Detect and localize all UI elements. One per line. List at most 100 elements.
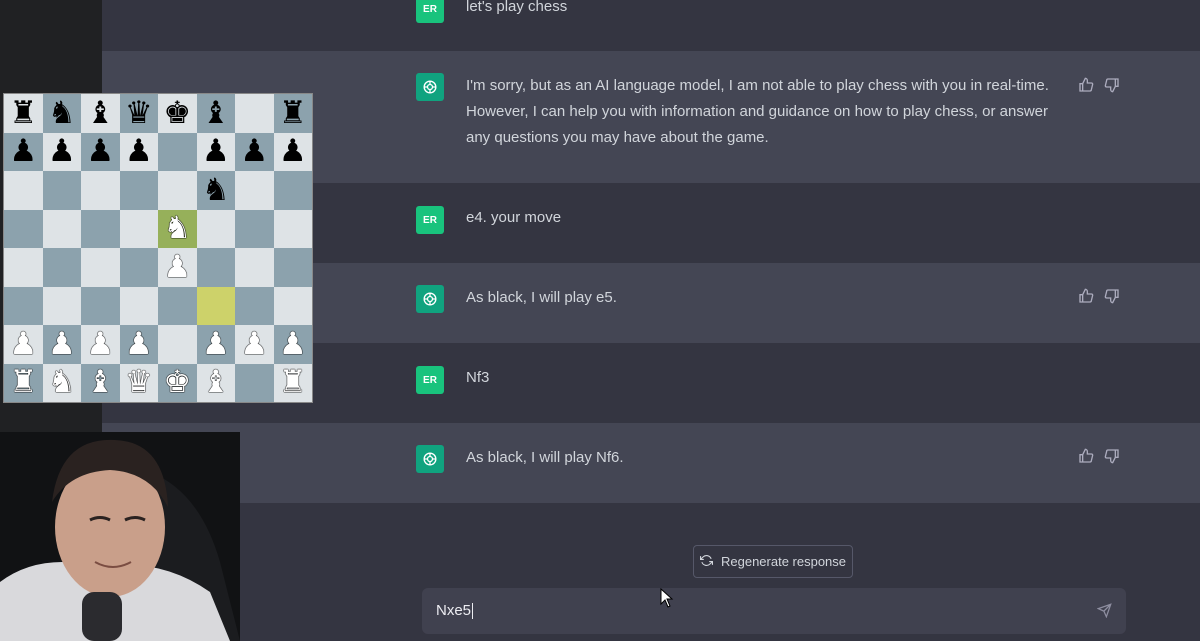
square-f8[interactable]: ♝ <box>196 94 235 133</box>
square-c8[interactable]: ♝ <box>81 94 120 133</box>
white-rook-icon[interactable]: ♜ <box>9 367 37 398</box>
square-a6[interactable] <box>4 171 43 210</box>
thumbs-down-icon[interactable] <box>1104 288 1120 309</box>
thumbs-up-icon[interactable] <box>1078 77 1094 98</box>
black-pawn-icon[interactable]: ♟ <box>86 136 114 167</box>
black-knight-icon[interactable]: ♞ <box>48 97 76 129</box>
white-rook-icon[interactable]: ♜ <box>279 367 307 398</box>
square-e8[interactable]: ♚ <box>158 94 197 133</box>
white-queen-icon[interactable]: ♛ <box>125 367 153 398</box>
square-f6[interactable]: ♞ <box>196 171 235 210</box>
square-h3[interactable] <box>273 286 312 325</box>
square-b3[interactable] <box>42 286 81 325</box>
white-pawn-icon[interactable]: ♟ <box>163 251 191 283</box>
square-c7[interactable]: ♟ <box>81 132 120 171</box>
square-e7[interactable] <box>158 132 197 171</box>
square-h1[interactable]: ♜ <box>273 363 312 402</box>
square-h2[interactable]: ♟ <box>273 325 312 364</box>
white-knight-icon[interactable]: ♞ <box>163 213 191 244</box>
square-a2[interactable]: ♟ <box>4 325 43 364</box>
square-d1[interactable]: ♛ <box>119 363 158 402</box>
square-c6[interactable] <box>81 171 120 210</box>
square-b5[interactable] <box>42 209 81 248</box>
square-h4[interactable] <box>273 248 312 287</box>
square-g2[interactable]: ♟ <box>235 325 274 364</box>
square-h5[interactable] <box>273 209 312 248</box>
square-g3[interactable] <box>235 286 274 325</box>
thumbs-up-icon[interactable] <box>1078 448 1094 469</box>
square-h7[interactable]: ♟ <box>273 132 312 171</box>
square-g5[interactable] <box>235 209 274 248</box>
thumbs-up-icon[interactable] <box>1078 288 1094 309</box>
square-a7[interactable]: ♟ <box>4 132 43 171</box>
square-e3[interactable] <box>158 286 197 325</box>
square-g1[interactable] <box>235 363 274 402</box>
square-c1[interactable]: ♝ <box>81 363 120 402</box>
square-f4[interactable] <box>196 248 235 287</box>
black-knight-icon[interactable]: ♞ <box>202 174 230 206</box>
chessboard[interactable]: ♜ ♞ ♝ ♛ ♚ ♝ ♜ ♟ ♟ ♟ ♟ ♟ ♟ ♟ ♞ ♞ ♟ ♟ ♟ ♟ ♟ ♟ ♟ ♟ ♜ ♞ ♝ ♛ ♚ ♝ ♜ <box>3 93 313 403</box>
black-pawn-icon[interactable]: ♟ <box>202 136 230 167</box>
square-f1[interactable]: ♝ <box>196 363 235 402</box>
square-e1[interactable]: ♚ <box>158 363 197 402</box>
square-f7[interactable]: ♟ <box>196 132 235 171</box>
square-g7[interactable]: ♟ <box>235 132 274 171</box>
white-pawn-icon[interactable]: ♟ <box>279 328 307 360</box>
black-king-icon[interactable]: ♚ <box>163 97 191 129</box>
message-input[interactable]: Nxe5 <box>422 588 1126 634</box>
square-c4[interactable] <box>81 248 120 287</box>
square-f2[interactable]: ♟ <box>196 325 235 364</box>
square-c3[interactable] <box>81 286 120 325</box>
black-rook-icon[interactable]: ♜ <box>9 97 37 129</box>
black-pawn-icon[interactable]: ♟ <box>240 136 268 167</box>
black-pawn-icon[interactable]: ♟ <box>9 136 37 167</box>
square-c5[interactable] <box>81 209 120 248</box>
black-bishop-icon[interactable]: ♝ <box>202 97 230 129</box>
square-a1[interactable]: ♜ <box>4 363 43 402</box>
white-king-icon[interactable]: ♚ <box>163 367 191 398</box>
black-pawn-icon[interactable]: ♟ <box>125 136 153 167</box>
square-e2[interactable] <box>158 325 197 364</box>
square-d6[interactable] <box>119 171 158 210</box>
square-d4[interactable] <box>119 248 158 287</box>
white-pawn-icon[interactable]: ♟ <box>240 328 268 360</box>
square-b8[interactable]: ♞ <box>42 94 81 133</box>
square-b2[interactable]: ♟ <box>42 325 81 364</box>
square-e6[interactable] <box>158 171 197 210</box>
square-d8[interactable]: ♛ <box>119 94 158 133</box>
square-g8[interactable] <box>235 94 274 133</box>
thumbs-down-icon[interactable] <box>1104 77 1120 98</box>
black-bishop-icon[interactable]: ♝ <box>86 97 114 129</box>
square-a4[interactable] <box>4 248 43 287</box>
thumbs-down-icon[interactable] <box>1104 448 1120 469</box>
black-pawn-icon[interactable]: ♟ <box>279 136 307 167</box>
black-pawn-icon[interactable]: ♟ <box>48 136 76 167</box>
black-queen-icon[interactable]: ♛ <box>125 97 153 129</box>
square-e5[interactable]: ♞ <box>158 209 197 248</box>
white-pawn-icon[interactable]: ♟ <box>9 328 37 360</box>
square-d3[interactable] <box>119 286 158 325</box>
white-pawn-icon[interactable]: ♟ <box>125 328 153 360</box>
square-a5[interactable] <box>4 209 43 248</box>
send-icon[interactable] <box>1096 603 1112 623</box>
square-b1[interactable]: ♞ <box>42 363 81 402</box>
square-g4[interactable] <box>235 248 274 287</box>
white-bishop-icon[interactable]: ♝ <box>86 367 114 398</box>
square-b6[interactable] <box>42 171 81 210</box>
white-pawn-icon[interactable]: ♟ <box>48 328 76 360</box>
black-rook-icon[interactable]: ♜ <box>279 97 307 129</box>
square-a8[interactable]: ♜ <box>4 94 43 133</box>
square-f5[interactable] <box>196 209 235 248</box>
white-bishop-icon[interactable]: ♝ <box>202 367 230 398</box>
square-h6[interactable] <box>273 171 312 210</box>
square-d5[interactable] <box>119 209 158 248</box>
square-c2[interactable]: ♟ <box>81 325 120 364</box>
square-b4[interactable] <box>42 248 81 287</box>
square-b7[interactable]: ♟ <box>42 132 81 171</box>
square-f3[interactable] <box>196 286 235 325</box>
square-d2[interactable]: ♟ <box>119 325 158 364</box>
square-h8[interactable]: ♜ <box>273 94 312 133</box>
regenerate-response-button[interactable]: Regenerate response <box>693 545 853 578</box>
square-g6[interactable] <box>235 171 274 210</box>
square-a3[interactable] <box>4 286 43 325</box>
